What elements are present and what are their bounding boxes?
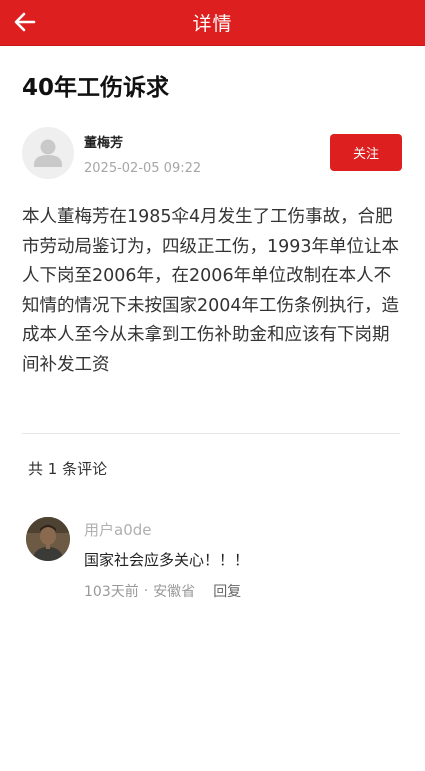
- page-title: 详情: [192, 13, 233, 35]
- author-avatar[interactable]: [22, 127, 74, 179]
- author-name[interactable]: 董梅芳: [84, 132, 123, 151]
- divider: [22, 433, 400, 434]
- comment-text: 国家社会应多关心！！！: [84, 551, 250, 569]
- post-title: 40年工伤诉求: [22, 75, 170, 101]
- author-row: 董梅芳 2025-02-05 09:22 关注: [22, 127, 402, 183]
- comment-location: 安徽省: [153, 584, 196, 600]
- comment-meta: 103天前 · 安徽省 回复: [84, 581, 241, 601]
- arrow-left-icon: [14, 12, 36, 32]
- comment-item: 用户a0de 国家社会应多关心！！！ 103天前 · 安徽省 回复: [26, 515, 406, 605]
- post-body: 本人董梅芳在1985伞4月发生了工伤事故，合肥市劳动局鉴订为，四级正工伤，199…: [22, 207, 400, 375]
- commenter-name[interactable]: 用户a0de: [84, 519, 152, 540]
- avatar-photo: [26, 517, 70, 561]
- user-silhouette-icon: [22, 127, 74, 179]
- post-timestamp: 2025-02-05 09:22: [84, 161, 202, 176]
- follow-button[interactable]: 关注: [330, 134, 402, 171]
- detail-page: 详情 40年工伤诉求 董梅芳 2025-02-05 09:22 关注 本人董梅芳…: [0, 0, 425, 771]
- back-button[interactable]: [14, 6, 50, 38]
- comment-time: 103天前: [84, 584, 139, 600]
- reply-button[interactable]: 回复: [213, 581, 241, 601]
- top-app-bar: 详情: [0, 0, 425, 46]
- commenter-avatar[interactable]: [26, 517, 70, 561]
- meta-separator: ·: [143, 583, 149, 599]
- comment-count: 共 1 条评论: [28, 460, 108, 478]
